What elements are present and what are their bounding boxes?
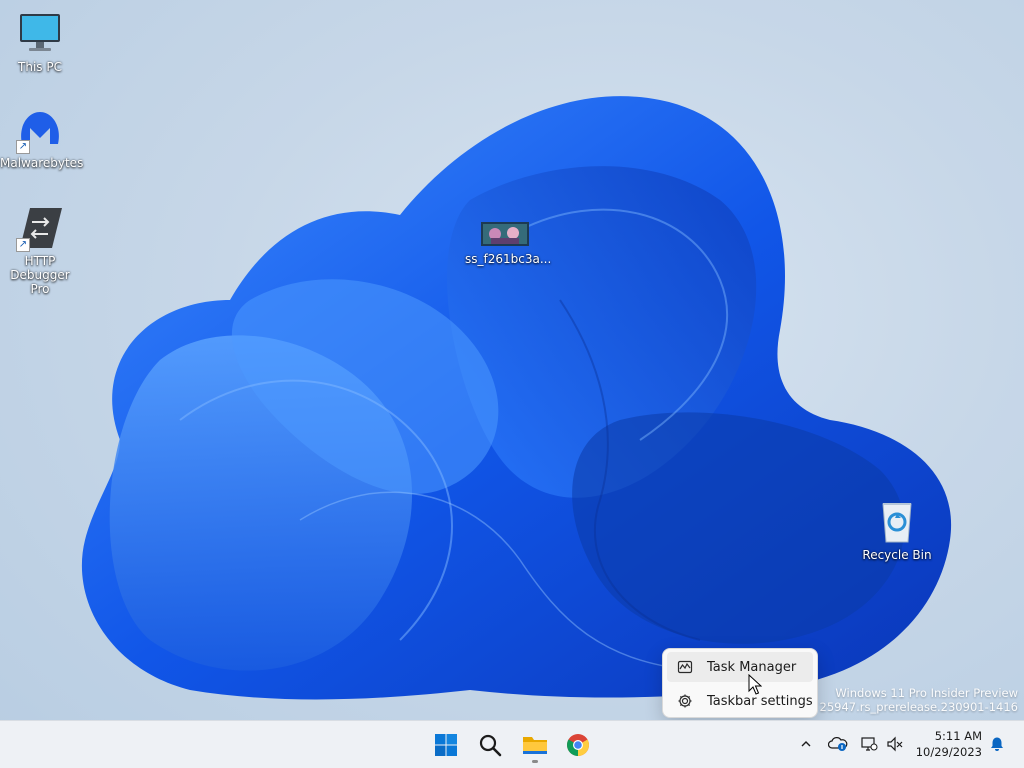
menu-item-label: Task Manager bbox=[707, 659, 797, 675]
desktop-icon-this-pc[interactable]: This PC bbox=[0, 10, 80, 74]
taskbar: 5:11 AM 10/29/2023 bbox=[0, 720, 1024, 768]
desktop-icon-label: Recycle Bin bbox=[862, 548, 932, 562]
show-hidden-icons-button[interactable] bbox=[795, 733, 817, 755]
desktop-icon-label: ss_f261bc3a... bbox=[465, 252, 552, 266]
gear-icon bbox=[677, 693, 693, 709]
network-tray-button[interactable] bbox=[858, 733, 880, 755]
clock-date: 10/29/2023 bbox=[915, 745, 982, 759]
file-explorer-icon bbox=[523, 737, 547, 754]
bell-icon bbox=[991, 737, 1003, 751]
running-indicator bbox=[532, 760, 538, 763]
chrome-button[interactable] bbox=[558, 725, 598, 765]
mouse-cursor-icon bbox=[748, 674, 762, 695]
desktop-icon-recycle-bin[interactable]: Recycle Bin bbox=[857, 498, 937, 562]
onedrive-icon bbox=[828, 737, 848, 751]
recycle-bin-icon bbox=[873, 498, 921, 546]
desktop-icon-label: HTTP Debugger Pro bbox=[10, 254, 70, 296]
image-thumbnail-icon bbox=[481, 220, 529, 250]
desktop-icon-screenshot-file[interactable]: ss_f261bc3a... bbox=[465, 220, 552, 266]
watermark-edition: Windows 11 Pro Insider Preview bbox=[835, 686, 1018, 700]
network-icon bbox=[861, 737, 878, 751]
onedrive-tray-button[interactable] bbox=[827, 733, 849, 755]
malwarebytes-icon: ↗ bbox=[16, 106, 64, 154]
search-button[interactable] bbox=[470, 725, 510, 765]
wallpaper-bloom bbox=[81, 96, 952, 700]
windows-start-icon bbox=[435, 734, 457, 756]
desktop-icon-label: This PC bbox=[18, 60, 62, 74]
chevron-up-icon bbox=[801, 741, 811, 747]
volume-tray-button[interactable] bbox=[884, 733, 906, 755]
watermark-build: Build 25947.rs_prerelease.230901-1416 bbox=[787, 700, 1018, 714]
desktop-icon-label: Malwarebytes bbox=[0, 156, 84, 170]
desktop-icon-malwarebytes[interactable]: ↗ Malwarebytes bbox=[0, 106, 84, 170]
clock-time: 5:11 AM bbox=[934, 729, 982, 743]
http-debugger-icon: ↗ bbox=[16, 204, 64, 252]
notifications-button[interactable] bbox=[986, 733, 1008, 755]
windows-watermark: Windows 11 Pro Insider Preview Build 259… bbox=[787, 686, 1018, 714]
monitor-icon bbox=[16, 10, 64, 58]
task-manager-icon bbox=[677, 659, 693, 675]
volume-muted-icon bbox=[887, 736, 903, 752]
taskbar-clock[interactable]: 5:11 AM 10/29/2023 bbox=[916, 728, 982, 760]
start-button[interactable] bbox=[426, 725, 466, 765]
search-icon bbox=[479, 734, 502, 757]
taskbar-context-menu: Task Manager Taskbar settings bbox=[662, 648, 818, 718]
menu-item-taskbar-settings[interactable]: Taskbar settings bbox=[667, 686, 813, 716]
desktop-icon-http-debugger[interactable]: ↗ HTTP Debugger Pro bbox=[0, 204, 80, 296]
shortcut-arrow-icon: ↗ bbox=[16, 140, 30, 154]
menu-item-task-manager[interactable]: Task Manager bbox=[667, 652, 813, 682]
chrome-icon bbox=[567, 734, 589, 756]
file-explorer-button[interactable] bbox=[515, 725, 555, 765]
shortcut-arrow-icon: ↗ bbox=[16, 238, 30, 252]
